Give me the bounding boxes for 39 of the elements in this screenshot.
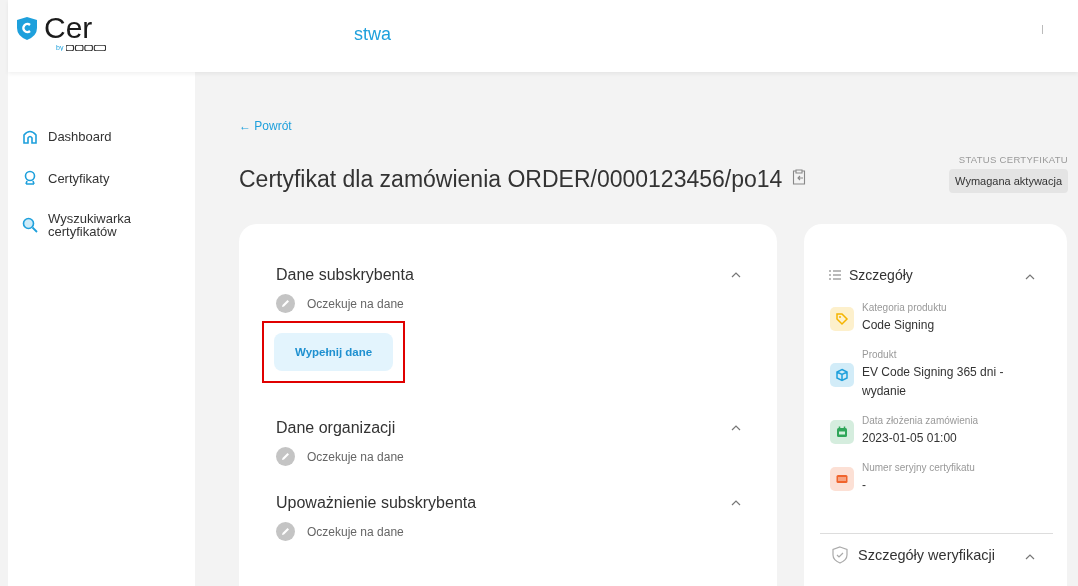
detail-value: 2023-01-05 01:00 (862, 430, 958, 447)
status-text: Oczekuje na dane (307, 449, 404, 464)
detail-label: Kategoria produktu (862, 302, 947, 313)
section-title: Dane subskrybenta (276, 266, 414, 284)
logo-text: Cer (44, 12, 93, 44)
award-icon (22, 170, 38, 186)
detail-label: Data złożenia zamówienia (862, 415, 979, 426)
details-title: Szczegóły (849, 267, 913, 283)
shield-check-icon (832, 546, 848, 564)
chevron-icon[interactable] (731, 500, 741, 506)
sidebar-item[interactable]: Dashboard (8, 127, 195, 145)
detail-value: - (862, 477, 867, 494)
status-label: STATUS CERTYFIKATU (958, 154, 1068, 165)
sidebar-item[interactable]: Certyfikaty (8, 169, 195, 187)
section-title: Dane organizacji (276, 419, 396, 437)
shield-logo-icon (16, 15, 38, 41)
status-badge: Wymagana aktywacja (949, 169, 1068, 193)
detail-value: Code Signing (862, 317, 936, 334)
chevron-icon[interactable] (731, 425, 741, 431)
section-title: Upoważnienie subskrybenta (276, 494, 477, 512)
wordmark-drawing (66, 44, 106, 51)
detail-label: Numer seryjny certyfikatu (862, 462, 975, 473)
search-icon (22, 217, 38, 233)
pencil-icon (276, 522, 295, 541)
page-title: Certyfikat dla zamówienia ORDER/0000123456/po14 (239, 166, 783, 193)
detail-value: EV Code Signing 365 dni - wydanie (862, 364, 1005, 400)
list-icon (829, 270, 841, 280)
chevron-icon[interactable] (1025, 554, 1035, 560)
home-icon (22, 128, 38, 144)
pencil-icon (276, 294, 295, 313)
pencil-icon (276, 447, 295, 466)
status-text: Oczekuje na dane (307, 524, 404, 539)
chevron-icon[interactable] (1025, 274, 1035, 280)
sidebar-item[interactable]: Wyszukiwarka certyfikatów (8, 211, 195, 239)
chevron-icon[interactable] (731, 272, 741, 278)
clipboard-icon[interactable] (792, 169, 807, 185)
detail-label: Produkt (862, 349, 898, 360)
status-text: Oczekuje na dane (307, 296, 404, 311)
verification-title: Szczegóły weryfikacji (858, 547, 995, 563)
